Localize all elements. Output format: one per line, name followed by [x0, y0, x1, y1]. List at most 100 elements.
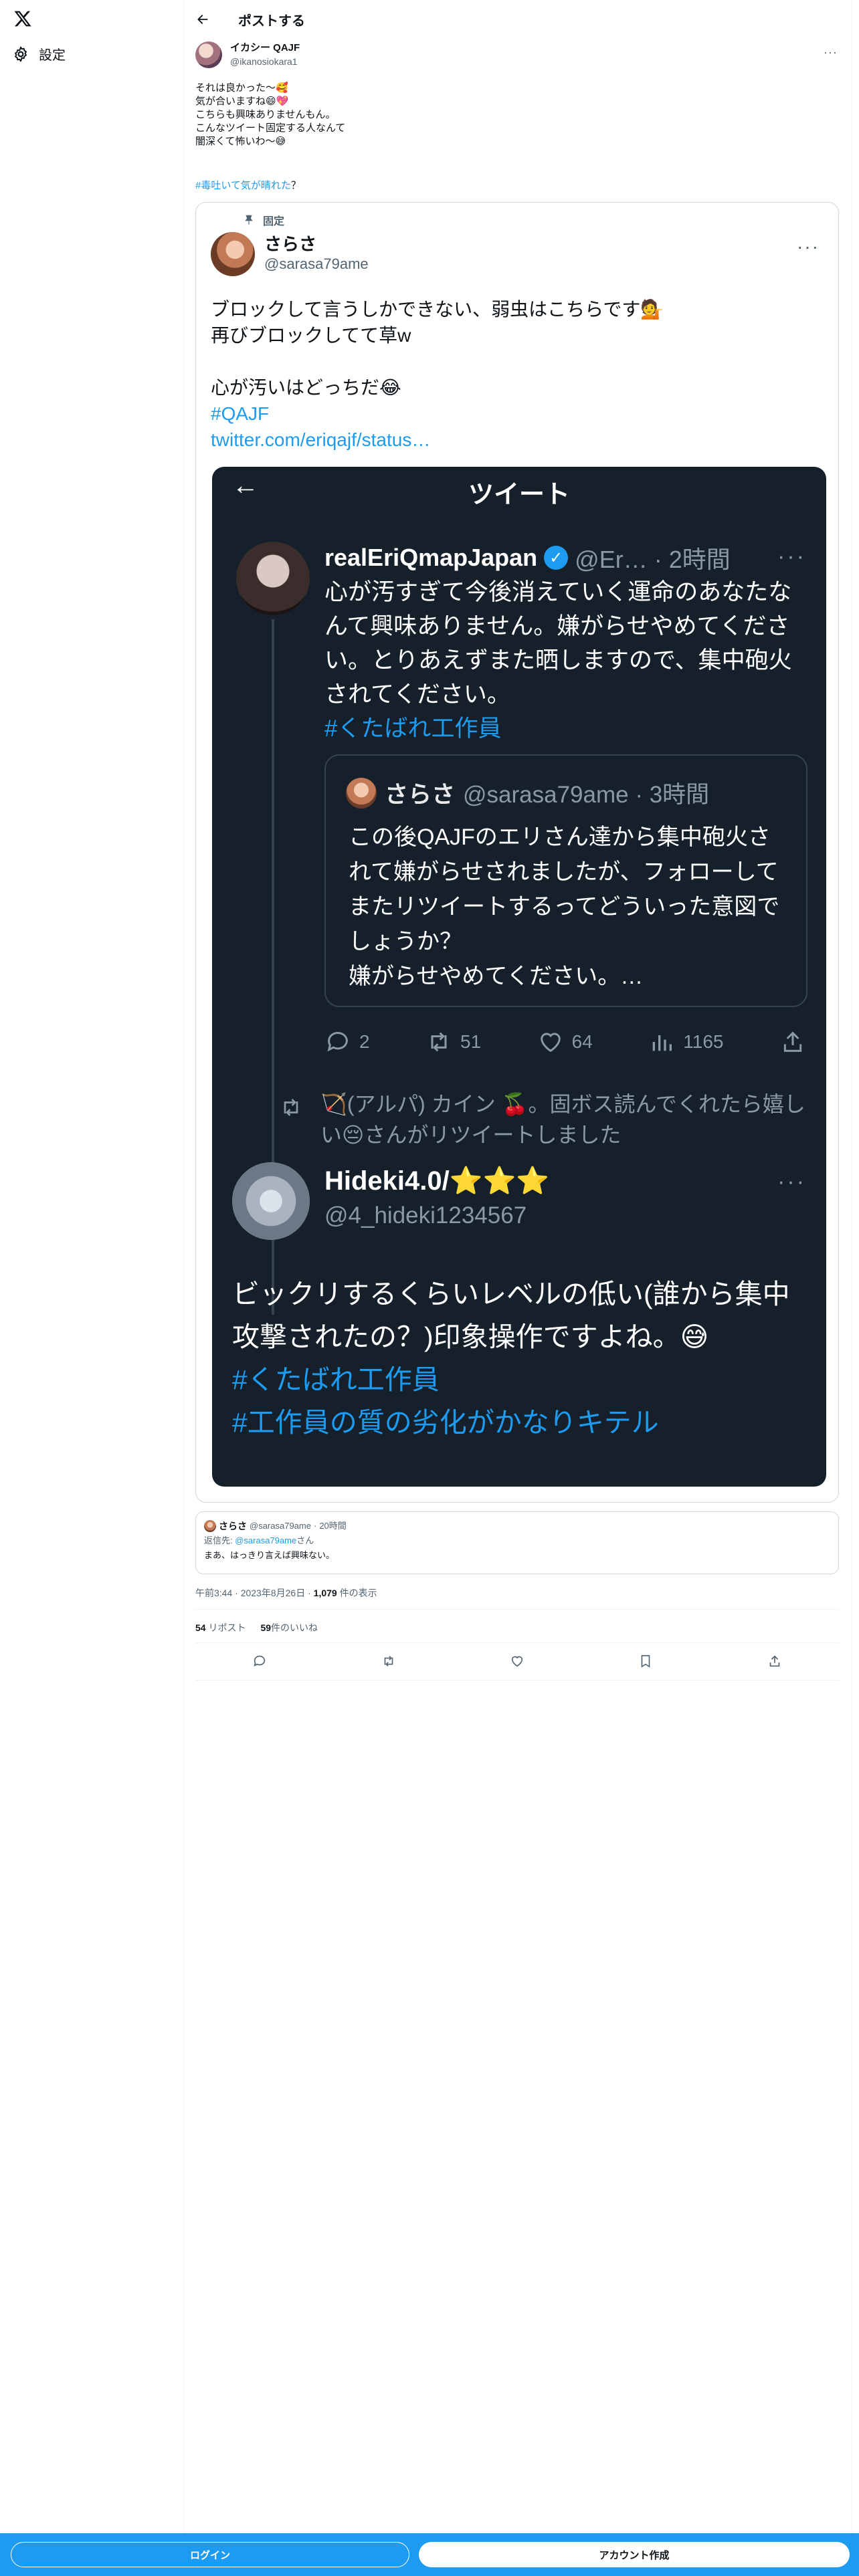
- shot-tweet2-name: Hideki4.0/⭐⭐⭐: [324, 1166, 550, 1196]
- reply-context-card[interactable]: さらさ @sarasa79ame · 20時間 返信先: @sarasa79am…: [195, 1511, 839, 1574]
- reply-icon: [327, 1032, 348, 1052]
- quote-author-name[interactable]: さらさ: [264, 234, 369, 254]
- reply-icon[interactable]: [252, 1654, 267, 1669]
- quote-url-link[interactable]: twitter.com/eriqajf/status…: [211, 427, 813, 453]
- nav-settings[interactable]: 設定: [12, 44, 66, 64]
- shot-tweet1-body: 心が汚すぎて今後消えていく運命のあなたなんて興味ありません。嫌がらせやめてくださ…: [324, 579, 792, 708]
- tweet-text: それは良かった〜🥰 気が合いますね😄💖 こちらも興味ありませんもん。 こんなツイ…: [195, 82, 346, 147]
- heart-icon[interactable]: [510, 1654, 524, 1669]
- shot-inner-name: さらさ: [385, 782, 456, 808]
- shot-header: ← ツイート: [212, 467, 826, 509]
- attached-screenshot-image[interactable]: ← ツイート realEriQmapJapan ✓ @Er… · 2時間 ···…: [212, 467, 826, 1487]
- reply-to-handle[interactable]: @sarasa79ame: [235, 1535, 296, 1545]
- shot-tweet2-body: ビックリするくらいレベルの低い(誰から集中攻撃されたの？)印象操作ですよね。😅: [232, 1279, 790, 1352]
- shot-title: ツイート: [468, 481, 570, 509]
- quote-author-handle[interactable]: @sarasa79ame: [264, 254, 369, 274]
- avatar: [204, 1520, 216, 1532]
- reposts-label: リポスト: [208, 1622, 246, 1633]
- tweet-date[interactable]: 2023年8月26日: [241, 1588, 306, 1598]
- page-header: ポストする: [185, 0, 852, 39]
- left-nav: 設定: [0, 0, 185, 2576]
- author-name[interactable]: イカシー QAJF: [230, 41, 300, 55]
- reply-text: まあ、はっきり言えば興味ない。: [204, 1550, 335, 1560]
- shot-inner-quote: さらさ @sarasa79ame · 3時間 この後QAJFのエリさん達から集中…: [324, 754, 807, 1007]
- retweet-icon[interactable]: [381, 1654, 396, 1669]
- avatar: [232, 1162, 310, 1240]
- views-label: 件の表示: [339, 1588, 377, 1598]
- reply-to-line: 返信先: @sarasa79ameさん: [204, 1535, 830, 1547]
- reposts-stat[interactable]: 54 リポスト: [195, 1621, 246, 1634]
- tweet-stats: 54 リポスト 59件のいいね: [195, 1621, 318, 1634]
- shot-retweet-stat: 51: [425, 1029, 481, 1055]
- shot-share-stat: [779, 1029, 806, 1055]
- reposts-count: 54: [195, 1622, 206, 1633]
- shot-tweet1-name: realEriQmapJapan: [324, 544, 538, 571]
- avatar[interactable]: [211, 232, 255, 276]
- reply-to-label: 返信先:: [204, 1535, 235, 1545]
- shot-tweet1-tag: #くたばれ工作員: [324, 716, 502, 742]
- divider: [195, 1609, 839, 1610]
- author-handle[interactable]: @ikanosiokara1: [230, 55, 300, 68]
- tweet-hashtag-line: #毒吐いて気が晴れた？: [195, 179, 301, 193]
- main-column: ポストする イカシー QAJF @ikanosiokara1 ··· それは良か…: [185, 0, 852, 2576]
- shot-reply-stat: 2: [324, 1029, 370, 1055]
- page-title: ポストする: [238, 13, 305, 29]
- bookmark-icon[interactable]: [638, 1654, 653, 1669]
- tweet-meta: 午前3:44 · 2023年8月26日 · 1,079 件の表示: [195, 1586, 377, 1600]
- more-options-icon[interactable]: ···: [797, 236, 820, 257]
- quote-author: さらさ @sarasa79ame: [211, 232, 369, 276]
- share-icon: [783, 1031, 802, 1052]
- quote-hashtag-link[interactable]: #QAJF: [211, 401, 813, 427]
- bottom-signup-bar: ログイン アカウント作成: [0, 2533, 859, 2576]
- back-arrow-icon[interactable]: [195, 12, 210, 27]
- more-options-icon: ···: [777, 1169, 806, 1194]
- shot-inner-text: この後QAJFのエリさん達から集中砲火されて嫌がらせされましたが、フォローしてま…: [349, 825, 780, 989]
- quoted-tweet[interactable]: 固定 さらさ @sarasa79ame ··· ブロックして言うしかできない、弱…: [195, 202, 839, 1503]
- separator-dot: ·: [235, 1588, 241, 1598]
- shot-retweeted-by: 🏹(アルパ) カイン 🍒。固ボス読んでくれたら嬉しい😔さんがリツイートしました: [279, 1089, 814, 1150]
- views-icon: [652, 1035, 672, 1051]
- likes-stat[interactable]: 59件のいいね: [260, 1621, 318, 1634]
- shot-action-row: 2 51 64 1165: [324, 1029, 806, 1055]
- shot-view-count: 1165: [683, 1031, 724, 1052]
- more-options-icon: ···: [777, 544, 806, 569]
- quote-line: 心が汚いはどっちだ😂: [211, 377, 401, 398]
- shot-tweet1-meta: @Er… · 2時間: [575, 546, 731, 573]
- quote-line: 再びブロックしてて草w: [211, 325, 411, 346]
- avatar: [236, 542, 310, 615]
- reply-time: 20時間: [319, 1521, 347, 1531]
- avatar[interactable]: [195, 41, 222, 68]
- separator-dot: ·: [308, 1588, 314, 1598]
- avatar: [346, 777, 377, 809]
- create-account-button[interactable]: アカウント作成: [419, 2542, 850, 2567]
- quote-text: ブロックして言うしかできない、弱虫はこちらです💁 再びブロックしてて草w 心が汚…: [211, 296, 813, 453]
- shot-inner-header: さらさ @sarasa79ame · 3時間: [346, 776, 709, 810]
- shot-tweet2-tag: #くたばれ工作員: [232, 1364, 440, 1395]
- shot-like-count: 64: [571, 1031, 593, 1052]
- pin-icon: [245, 215, 253, 225]
- tweet-time[interactable]: 午前3:44: [195, 1588, 232, 1598]
- reply-author-handle: @sarasa79ame: [250, 1521, 311, 1531]
- nav-settings-label: 設定: [39, 48, 66, 63]
- pinned-indicator: 固定: [243, 212, 284, 228]
- gear-icon: [15, 46, 27, 62]
- share-icon[interactable]: [767, 1654, 782, 1669]
- x-logo-icon[interactable]: [12, 8, 33, 29]
- reply-to-suffix: さん: [296, 1535, 314, 1545]
- shot-tweet1-header: realEriQmapJapan ✓ @Er… · 2時間: [324, 540, 731, 575]
- login-button[interactable]: ログイン: [11, 2542, 409, 2567]
- quote-line: ブロックして言うしかできない、弱虫はこちらです💁: [211, 299, 664, 320]
- tweet-action-bar: [195, 1650, 839, 1672]
- divider: [195, 1642, 839, 1643]
- shot-views-stat: 1165: [648, 1029, 724, 1055]
- shot-retweeted-text: 🏹(アルパ) カイン 🍒。固ボス読んでくれたら嬉しい😔さんがリツイートしました: [320, 1092, 805, 1147]
- hashtag-link[interactable]: #毒吐いて気が晴れた: [195, 180, 291, 191]
- divider: [195, 1680, 839, 1681]
- heart-icon: [540, 1033, 561, 1053]
- shot-reply-count: 2: [359, 1031, 370, 1052]
- tweet-author: イカシー QAJF @ikanosiokara1 ···: [195, 41, 838, 68]
- shot-like-stat: 64: [537, 1029, 593, 1055]
- more-options-icon[interactable]: ···: [824, 45, 838, 60]
- reply-header: さらさ @sarasa79ame · 20時間: [204, 1520, 830, 1532]
- pinned-label: 固定: [263, 216, 285, 227]
